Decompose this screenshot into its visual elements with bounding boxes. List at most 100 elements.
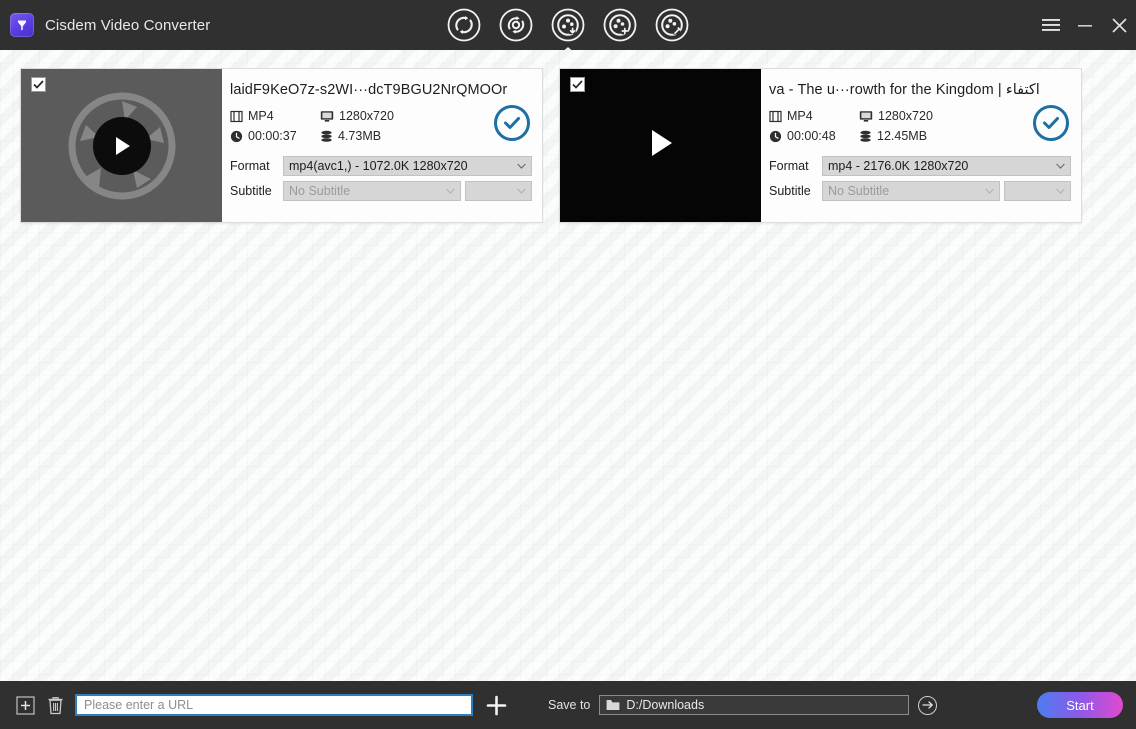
monitor-icon — [859, 110, 873, 122]
app-title: Cisdem Video Converter — [45, 16, 211, 34]
chevron-down-icon — [1056, 163, 1065, 169]
arrow-right-circle-icon — [922, 701, 933, 709]
video-title: va - The u···rowth for the Kingdom | اكت… — [769, 82, 1040, 98]
tab-tools[interactable] — [653, 6, 691, 44]
close-icon — [1111, 17, 1127, 33]
chevron-down-icon — [446, 188, 456, 194]
tab-edit[interactable] — [601, 6, 639, 44]
video-card-list: laidF9KeO7z-s2WI···dcT9BGU2NrQMOOr MP4 1… — [0, 50, 1136, 223]
save-path-value: D:/Downloads — [626, 698, 705, 712]
format-label: Format — [230, 159, 270, 173]
play-triangle-icon — [651, 130, 672, 156]
start-button[interactable]: Start — [1037, 692, 1123, 718]
meta-duration: 00:00:37 — [230, 129, 320, 143]
minimize-icon — [1078, 25, 1092, 27]
menu-icon — [1042, 19, 1060, 31]
subtitle-label: Subtitle — [769, 184, 811, 198]
add-file-box-icon — [15, 695, 35, 715]
format-select-value: mp4(avc1,) - 1072.0K 1280x720 — [289, 159, 468, 173]
meta-filesize-value: 4.73MB — [338, 129, 382, 143]
film-strip-icon — [230, 110, 243, 122]
play-button[interactable] — [92, 116, 151, 175]
url-input-wrap — [75, 694, 473, 716]
title-bar: Cisdem Video Converter — [0, 0, 1136, 50]
video-info: va - The u···rowth for the Kingdom | اكت… — [761, 69, 1081, 222]
meta-resolution-value: 1280x720 — [878, 109, 933, 123]
meta-format: MP4 — [769, 109, 859, 123]
format-select[interactable]: mp4 - 2176.0K 1280x720 — [822, 156, 1071, 176]
film-reel-download-icon — [551, 8, 585, 42]
tab-download[interactable] — [549, 6, 587, 44]
meta-duration-value: 00:00:37 — [248, 129, 297, 143]
meta-format: MP4 — [230, 109, 320, 123]
cisdem-logo-icon — [10, 13, 34, 37]
video-thumbnail[interactable] — [21, 69, 222, 222]
status-badge[interactable] — [1033, 105, 1069, 141]
disk-stack-icon — [321, 130, 332, 142]
meta-filesize-value: 12.45MB — [877, 129, 928, 143]
folder-icon — [606, 700, 620, 710]
film-reel-edit-icon — [603, 8, 637, 42]
status-badge[interactable] — [494, 105, 530, 141]
menu-button[interactable] — [1034, 6, 1068, 44]
video-card[interactable]: va - The u···rowth for the Kingdom | اكت… — [559, 68, 1082, 223]
add-url-button[interactable] — [484, 693, 508, 717]
bottom-toolbar: Save to D:/Downloads Start — [0, 681, 1136, 729]
chevron-down-icon — [517, 188, 526, 194]
subtitle-row: Subtitle No Subtitle — [230, 181, 532, 201]
subtitle-select-value: No Subtitle — [289, 184, 351, 198]
save-to-label: Save to — [548, 698, 591, 712]
subtitle-select[interactable]: No Subtitle — [283, 181, 462, 201]
card-checkbox[interactable] — [31, 77, 46, 92]
subtitle-extra-select[interactable] — [465, 181, 532, 201]
delete-button[interactable] — [43, 693, 67, 717]
chevron-down-icon — [1056, 188, 1065, 194]
chevron-down-icon — [985, 188, 995, 194]
check-circle-icon — [1043, 116, 1059, 129]
subtitle-select-value: No Subtitle — [828, 184, 890, 198]
minimize-button[interactable] — [1068, 6, 1102, 44]
film-strip-icon — [769, 110, 782, 122]
format-select[interactable]: mp4(avc1,) - 1072.0K 1280x720 — [283, 156, 532, 176]
card-checkbox[interactable] — [570, 77, 585, 92]
checkmark-icon — [33, 80, 44, 89]
meta-duration: 00:00:48 — [769, 129, 859, 143]
meta-format-value: MP4 — [248, 109, 274, 123]
video-thumbnail[interactable] — [560, 69, 761, 222]
play-button-circle-icon — [115, 136, 130, 155]
plus-icon — [486, 695, 506, 715]
disk-stack-icon — [860, 130, 871, 142]
convert-arrows-circle-icon — [447, 8, 481, 42]
add-file-button[interactable] — [13, 693, 37, 717]
check-circle-icon — [504, 116, 520, 129]
clock-icon — [769, 130, 782, 142]
format-label: Format — [769, 159, 809, 173]
save-path-field[interactable]: D:/Downloads — [599, 695, 910, 715]
play-button[interactable] — [646, 127, 676, 164]
toolbar-tabs — [445, 0, 691, 50]
close-button[interactable] — [1102, 6, 1136, 44]
format-select-value: mp4 - 2176.0K 1280x720 — [828, 159, 969, 173]
subtitle-extra-select[interactable] — [1004, 181, 1071, 201]
open-folder-button[interactable] — [918, 695, 938, 715]
chevron-down-icon — [517, 163, 526, 169]
monitor-icon — [320, 110, 334, 122]
subtitle-row: Subtitle No Subtitle — [769, 181, 1071, 201]
tab-convert[interactable] — [445, 6, 483, 44]
meta-duration-value: 00:00:48 — [787, 129, 836, 143]
url-input[interactable] — [75, 694, 473, 716]
format-row: Format mp4 - 2176.0K 1280x720 — [769, 156, 1071, 176]
tab-compress[interactable] — [497, 6, 535, 44]
video-info: laidF9KeO7z-s2WI···dcT9BGU2NrQMOOr MP4 1… — [222, 69, 542, 222]
clock-icon — [230, 130, 243, 142]
video-title: laidF9KeO7z-s2WI···dcT9BGU2NrQMOOr — [230, 82, 508, 98]
video-meta: MP4 1280x720 — [767, 109, 1071, 143]
subtitle-label: Subtitle — [230, 184, 272, 198]
compress-circle-icon — [499, 8, 533, 42]
meta-format-value: MP4 — [787, 109, 813, 123]
video-card[interactable]: laidF9KeO7z-s2WI···dcT9BGU2NrQMOOr MP4 1… — [20, 68, 543, 223]
meta-resolution-value: 1280x720 — [339, 109, 394, 123]
subtitle-select[interactable]: No Subtitle — [822, 181, 1001, 201]
video-options: Format mp4(avc1,) - 1072.0K 1280x720 Sub… — [228, 156, 532, 201]
video-meta: MP4 1280x720 — [228, 109, 532, 143]
